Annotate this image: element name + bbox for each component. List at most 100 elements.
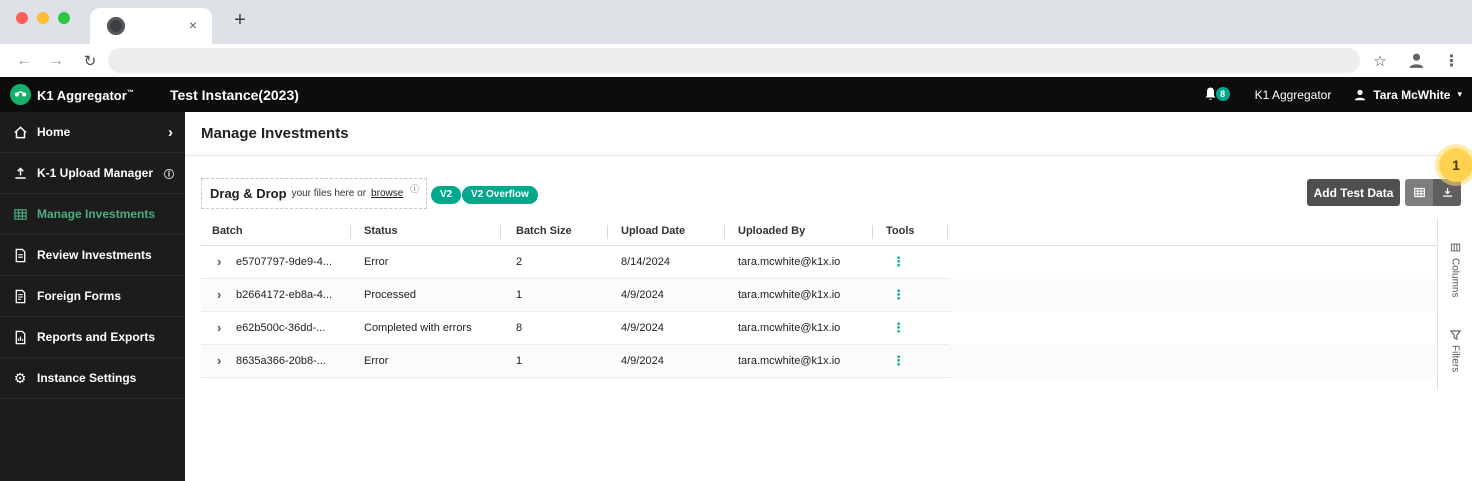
user-icon xyxy=(1353,88,1367,102)
sidebar-item-instance-settings[interactable]: ⚙ Instance Settings xyxy=(0,358,185,399)
page-title: Manage Investments xyxy=(201,125,349,142)
sidebar: Home › K-1 Upload Manager ⓘ Manage Inves… xyxy=(0,112,185,481)
app-header: K1 Aggregator™ Test Instance(2023) 8 K1 … xyxy=(0,77,1472,112)
table-grid-icon xyxy=(12,207,28,222)
cell-batch: b2664172-eb8a-4... xyxy=(236,289,332,301)
cell-status: Completed with errors xyxy=(364,322,472,334)
chevron-right-icon: › xyxy=(168,125,173,140)
sidebar-item-reports-and-exports[interactable]: Reports and Exports xyxy=(0,317,185,358)
export-download-button[interactable] xyxy=(1433,179,1461,206)
browse-link[interactable]: browse xyxy=(371,188,403,199)
new-tab-button[interactable]: + xyxy=(228,9,252,33)
cell-uploaded-by: tara.mcwhite@k1x.io xyxy=(738,289,840,301)
column-divider xyxy=(724,225,725,239)
sidebar-item-k1-upload-manager[interactable]: K-1 Upload Manager ⓘ xyxy=(0,153,185,194)
v2-badge: V2 xyxy=(431,186,461,204)
sidebar-item-manage-investments[interactable]: Manage Investments xyxy=(0,194,185,235)
row-expand-icon[interactable]: › xyxy=(217,353,221,368)
filters-panel-tab[interactable]: Filters xyxy=(1438,330,1472,372)
sidebar-item-foreign-forms[interactable]: Foreign Forms xyxy=(0,276,185,317)
document-check-icon xyxy=(12,248,28,263)
browser-menu-icon[interactable]: ⋮ xyxy=(1440,44,1464,77)
table-row[interactable]: › e5707797-9de9-4... Error 2 8/14/2024 t… xyxy=(201,246,1437,279)
column-header-uploaded-by[interactable]: Uploaded By xyxy=(738,225,805,237)
columns-panel-label: Columns xyxy=(1450,258,1461,297)
notifications-button[interactable]: 8 xyxy=(1203,85,1233,105)
instance-title: Test Instance(2023) xyxy=(170,87,299,103)
table-row[interactable]: › e62b500c-36dd-... Completed with error… xyxy=(201,312,1437,345)
back-icon[interactable]: ← xyxy=(12,44,36,77)
cell-batch: 8635a366-20b8-... xyxy=(236,355,326,367)
table-icon xyxy=(1413,186,1426,199)
column-header-batch[interactable]: Batch xyxy=(212,225,243,237)
cell-status: Processed xyxy=(364,289,416,301)
browser-profile-icon[interactable] xyxy=(1404,44,1428,77)
filter-funnel-icon xyxy=(1450,330,1461,340)
reload-icon[interactable]: ↻ xyxy=(78,44,102,77)
sidebar-item-label: Instance Settings xyxy=(37,371,136,385)
browser-tab[interactable]: × xyxy=(90,8,212,44)
gear-icon: ⚙ xyxy=(12,371,28,385)
table-row[interactable]: › 8635a366-20b8-... Error 1 4/9/2024 tar… xyxy=(201,345,1437,378)
filters-panel-label: Filters xyxy=(1450,345,1461,372)
cell-batch-size: 1 xyxy=(516,355,522,367)
cell-uploaded-by: tara.mcwhite@k1x.io xyxy=(738,256,840,268)
column-divider xyxy=(350,225,351,239)
user-menu[interactable]: Tara McWhite ▾ xyxy=(1353,88,1462,102)
window-close-button[interactable] xyxy=(16,12,28,24)
sidebar-item-label: Review Investments xyxy=(37,248,152,262)
form-document-icon xyxy=(12,289,28,304)
address-bar[interactable] xyxy=(108,48,1360,73)
columns-panel-tab[interactable]: Columns xyxy=(1438,242,1472,297)
dropzone-subtext: your files here or xyxy=(292,188,366,199)
cell-batch: e5707797-9de9-4... xyxy=(236,256,332,268)
window-zoom-button[interactable] xyxy=(58,12,70,24)
bookmark-star-icon[interactable]: ☆ xyxy=(1368,44,1392,77)
add-test-data-button[interactable]: Add Test Data xyxy=(1307,179,1400,206)
file-dropzone[interactable]: Drag & Drop your files here or browse ⓘ xyxy=(201,178,427,209)
table-row[interactable]: › b2664172-eb8a-4... Processed 1 4/9/202… xyxy=(201,279,1437,312)
cell-upload-date: 4/9/2024 xyxy=(621,289,664,301)
table-view-button[interactable] xyxy=(1405,179,1433,206)
row-expand-icon[interactable]: › xyxy=(217,254,221,269)
row-tools-menu-icon[interactable]: ⋮ xyxy=(892,254,906,270)
k1-aggregator-logo-icon xyxy=(10,84,31,105)
caret-down-icon: ▾ xyxy=(1457,89,1462,100)
cell-status: Error xyxy=(364,256,388,268)
sidebar-item-home[interactable]: Home › xyxy=(0,112,185,153)
sidebar-item-review-investments[interactable]: Review Investments xyxy=(0,235,185,276)
sidebar-item-label: Home xyxy=(37,125,70,139)
cell-batch-size: 1 xyxy=(516,289,522,301)
cell-batch-size: 8 xyxy=(516,322,522,334)
info-icon: ⓘ xyxy=(410,182,419,195)
dropzone-heading: Drag & Drop xyxy=(210,186,287,201)
sidebar-item-label: K-1 Upload Manager xyxy=(37,166,153,180)
column-divider xyxy=(500,225,501,239)
row-expand-icon[interactable]: › xyxy=(217,320,221,335)
report-chart-icon xyxy=(12,330,28,345)
browser-toolbar: ← → ↻ ☆ ⋮ xyxy=(0,44,1472,77)
home-icon xyxy=(12,125,28,140)
screen: × + ← → ↻ ☆ ⋮ K1 Aggregator™ Test Instan… xyxy=(0,0,1472,481)
column-header-upload-date[interactable]: Upload Date xyxy=(621,225,685,237)
divider xyxy=(185,155,1472,156)
window-minimize-button[interactable] xyxy=(37,12,49,24)
row-tools-menu-icon[interactable]: ⋮ xyxy=(892,287,906,303)
view-actions-group xyxy=(1405,179,1461,206)
cell-batch: e62b500c-36dd-... xyxy=(236,322,325,334)
row-tools-menu-icon[interactable]: ⋮ xyxy=(892,320,906,336)
app-link[interactable]: K1 Aggregator xyxy=(1255,88,1332,102)
upload-icon xyxy=(12,166,28,181)
sidebar-item-label: Reports and Exports xyxy=(37,330,155,344)
column-header-tools[interactable]: Tools xyxy=(886,225,915,237)
annotation-badge: 1 xyxy=(1439,148,1472,182)
tab-close-icon[interactable]: × xyxy=(184,17,202,35)
forward-icon[interactable]: → xyxy=(44,44,68,77)
row-tools-menu-icon[interactable]: ⋮ xyxy=(892,353,906,369)
column-header-batch-size[interactable]: Batch Size xyxy=(516,225,572,237)
row-expand-icon[interactable]: › xyxy=(217,287,221,302)
column-divider xyxy=(872,225,873,239)
column-header-status[interactable]: Status xyxy=(364,225,398,237)
cell-upload-date: 4/9/2024 xyxy=(621,322,664,334)
column-divider xyxy=(607,225,608,239)
